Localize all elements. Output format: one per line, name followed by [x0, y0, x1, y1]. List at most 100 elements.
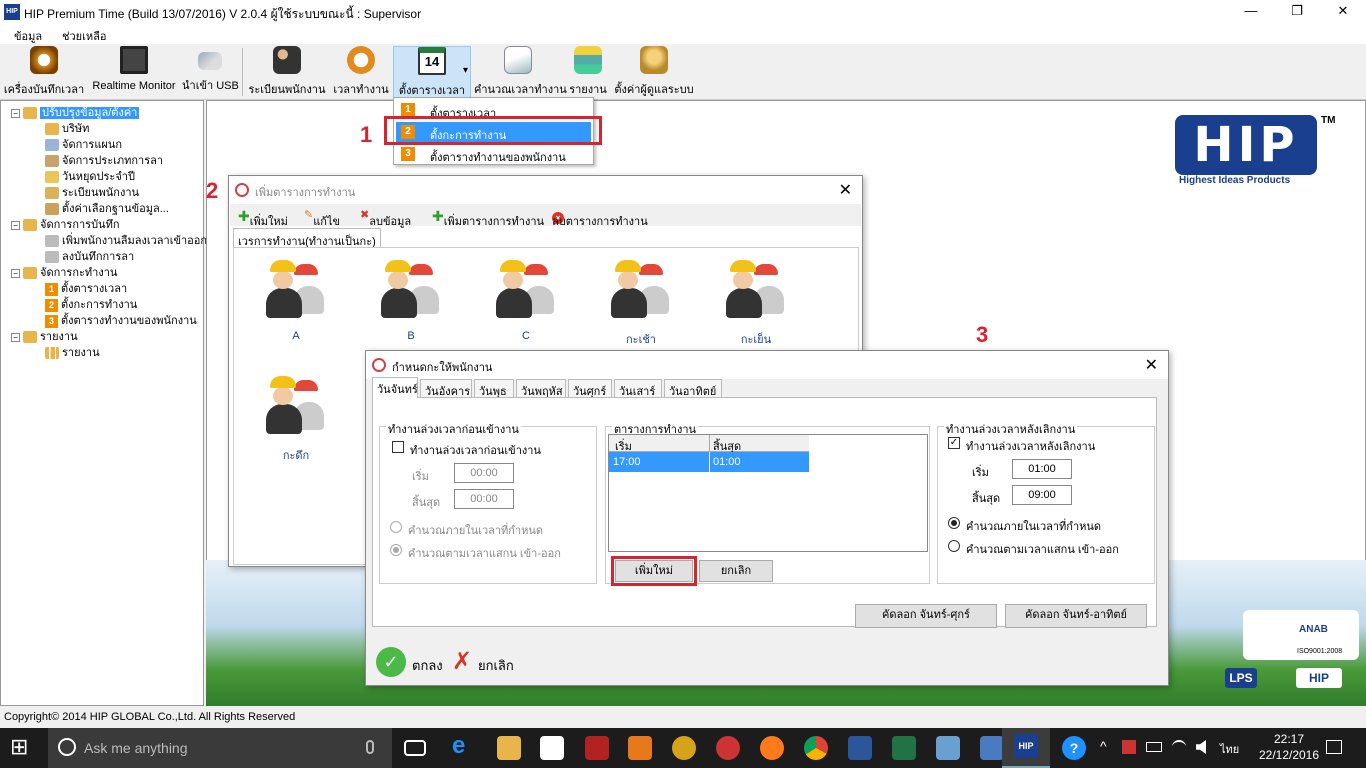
toolbar-worktime-button[interactable]: เวลาทำงาน — [332, 46, 390, 98]
collapse-icon[interactable]: − — [11, 268, 20, 278]
after-end-input[interactable]: 09:00 — [1012, 485, 1072, 505]
notifications-icon[interactable] — [1326, 740, 1342, 754]
schedule-grid[interactable]: เริ่ม สิ้นสุด 17:00 01:00 — [608, 434, 928, 552]
tab-sunday[interactable]: วันอาทิตย์ — [664, 379, 722, 398]
shift-night-icon[interactable] — [264, 372, 328, 436]
before-start-input[interactable]: 00:00 — [454, 463, 514, 483]
tab-friday[interactable]: วันศุกร์ — [568, 379, 612, 398]
after-calc-within-radio[interactable] — [948, 517, 960, 529]
collapse-icon[interactable]: − — [11, 108, 20, 118]
tree-item-department[interactable]: จัดการแผนก — [45, 135, 122, 152]
task-view-icon[interactable] — [404, 740, 426, 756]
shift-c-icon[interactable] — [494, 256, 558, 320]
tree-node-reports[interactable]: − รายงาน — [11, 327, 78, 344]
tab-monday[interactable]: วันจันทร์ — [372, 377, 418, 398]
menu-help[interactable]: ช่วยเหลือ — [62, 27, 106, 45]
before-calc-within-radio[interactable] — [390, 521, 402, 533]
shift-a-icon[interactable] — [264, 256, 328, 320]
help-icon[interactable]: ? — [1062, 736, 1086, 760]
clock-date[interactable]: 22/12/2016 — [1254, 748, 1324, 762]
collapse-icon[interactable]: − — [11, 332, 20, 342]
search-box[interactable]: Ask me anything — [48, 728, 392, 768]
wifi-icon[interactable] — [1172, 740, 1186, 754]
copy-mon-sun-button[interactable]: คัดลอก จันทร์-อาทิตย์ — [1005, 604, 1147, 628]
toolbar-employees-button[interactable]: ระเบียนพนักงาน — [248, 46, 326, 98]
after-start-input[interactable]: 01:00 — [1012, 459, 1072, 479]
before-calc-scan-radio[interactable] — [390, 544, 402, 556]
tree-item-report[interactable]: รายงาน — [45, 343, 100, 360]
edge-icon[interactable]: e — [452, 732, 476, 759]
shift-a-label[interactable]: A — [256, 330, 336, 342]
toolbar-usb-button[interactable]: นำเข้า USB — [182, 46, 239, 98]
dropdown-arrow-icon[interactable]: ▾ — [463, 65, 468, 76]
toolbar-calculate-button[interactable]: คำนวณเวลาทำงาน — [474, 46, 567, 98]
store-icon[interactable] — [540, 736, 564, 760]
filezilla-icon[interactable] — [585, 736, 609, 760]
acrobat-tray-icon[interactable] — [1122, 740, 1136, 754]
add-schedule-button[interactable]: ✚ เพิ่มตารางการทำงาน — [432, 208, 544, 228]
tab-tuesday[interactable]: วันอังคาร — [420, 379, 472, 398]
shift-night-label[interactable]: กะดึก — [256, 446, 336, 464]
shift-evening-icon[interactable] — [724, 256, 788, 320]
photos-icon[interactable] — [980, 736, 1004, 760]
tab-wednesday[interactable]: วันพุธ — [474, 379, 514, 398]
maximize-button[interactable]: ❐ — [1274, 0, 1320, 24]
toolbar-schedule-button[interactable]: 14 ตั้งตารางเวลา ▾ — [393, 46, 471, 98]
after-calc-scan-radio[interactable] — [948, 540, 960, 552]
clock-time[interactable]: 22:17 — [1264, 732, 1314, 746]
tree-item-employee-schedule[interactable]: 3 ตั้งตารางทำงานของพนักงาน — [45, 311, 197, 328]
add-button[interactable]: ✚ เพิ่มใหม่ — [238, 208, 288, 228]
close-icon[interactable]: ✕ — [839, 180, 852, 200]
tree-item-shift-setup[interactable]: 2 ตั้งกะการทำงาน — [45, 295, 137, 312]
tree-item-forgot-scan[interactable]: เพิ่มพนักงานลืมลงเวลาเข้าออก — [45, 231, 207, 248]
collapse-icon[interactable]: − — [11, 220, 20, 230]
close-icon[interactable]: ✕ — [1145, 355, 1158, 375]
tree-item-employee[interactable]: ระเบียนพนักงาน — [45, 183, 139, 200]
tab-saturday[interactable]: วันเสาร์ — [614, 379, 662, 398]
microphone-icon[interactable] — [366, 740, 374, 754]
shift-b-icon[interactable] — [379, 256, 443, 320]
shift-c-label[interactable]: C — [486, 330, 566, 342]
chrome-icon[interactable] — [804, 736, 828, 760]
toolbar-admin-button[interactable]: ตั้งค่าผู้ดูแลระบบ — [614, 46, 694, 98]
hip-taskbar-button[interactable]: HIP — [1002, 728, 1050, 768]
cancel-schedule-row-button[interactable]: ยกเลิก — [699, 560, 773, 582]
copy-mon-fri-button[interactable]: คัดลอก จันทร์-ศุกร์ — [855, 604, 997, 628]
tree-item-holiday[interactable]: วันหยุดประจำปี — [45, 167, 135, 184]
close-button[interactable]: ✕ — [1320, 0, 1366, 24]
show-hidden-icons[interactable]: ^ — [1100, 738, 1107, 754]
tree-item-timetable[interactable]: 1 ตั้งตารางเวลา — [45, 279, 127, 296]
shift-morning-icon[interactable] — [609, 256, 673, 320]
before-end-input[interactable]: 00:00 — [454, 489, 514, 509]
start-button[interactable]: ⊞ — [10, 734, 28, 760]
tree-item-leave-type[interactable]: จัดการประเภทการลา — [45, 151, 163, 168]
tree-node-records[interactable]: − จัดการการบันทึก — [11, 215, 120, 232]
paint-icon[interactable] — [936, 736, 960, 760]
cancel-button[interactable]: ✗ ยกเลิก — [452, 647, 522, 679]
app-record-icon[interactable] — [716, 736, 740, 760]
outlook-icon[interactable] — [628, 736, 652, 760]
delete-button[interactable]: ✖ ลบข้อมูล — [360, 208, 411, 228]
battery-icon[interactable] — [1146, 742, 1162, 752]
toolbar-report-button[interactable]: รายงาน — [566, 46, 610, 98]
toolbar-realtime-monitor-button[interactable]: Realtime Monitor — [90, 46, 178, 98]
excel-icon[interactable] — [892, 736, 916, 760]
tab-shift-work[interactable]: เวรการทำงาน(ทำงานเป็นกะ) — [233, 228, 381, 248]
app-mv-icon[interactable] — [672, 736, 696, 760]
shift-morning-label[interactable]: กะเช้า — [601, 330, 681, 348]
language-indicator[interactable]: ไทย — [1220, 740, 1239, 758]
table-row[interactable]: 17:00 01:00 — [609, 452, 809, 472]
tree-item-leave-record[interactable]: ลงบันทึกการลา — [45, 247, 134, 264]
file-explorer-icon[interactable] — [497, 736, 521, 760]
edit-button[interactable]: ✎ แก้ไข — [304, 208, 340, 228]
overtime-before-checkbox[interactable] — [392, 441, 404, 453]
shift-evening-label[interactable]: กะเย็น — [716, 330, 796, 348]
tab-thursday[interactable]: วันพฤหัส — [516, 379, 566, 398]
word-icon[interactable] — [848, 736, 872, 760]
menu-data[interactable]: ข้อมูล — [14, 27, 42, 45]
firefox-icon[interactable] — [760, 736, 784, 760]
menu-item-employee-schedule[interactable]: 3 ตั้งตารางทำงานของพนักงาน — [396, 144, 591, 164]
toolbar-time-recorder-button[interactable]: เครื่องบันทึกเวลา — [2, 46, 86, 98]
tree-node-shifts[interactable]: − จัดการกะทำงาน — [11, 263, 117, 280]
tree-item-company[interactable]: บริษัท — [45, 119, 89, 136]
